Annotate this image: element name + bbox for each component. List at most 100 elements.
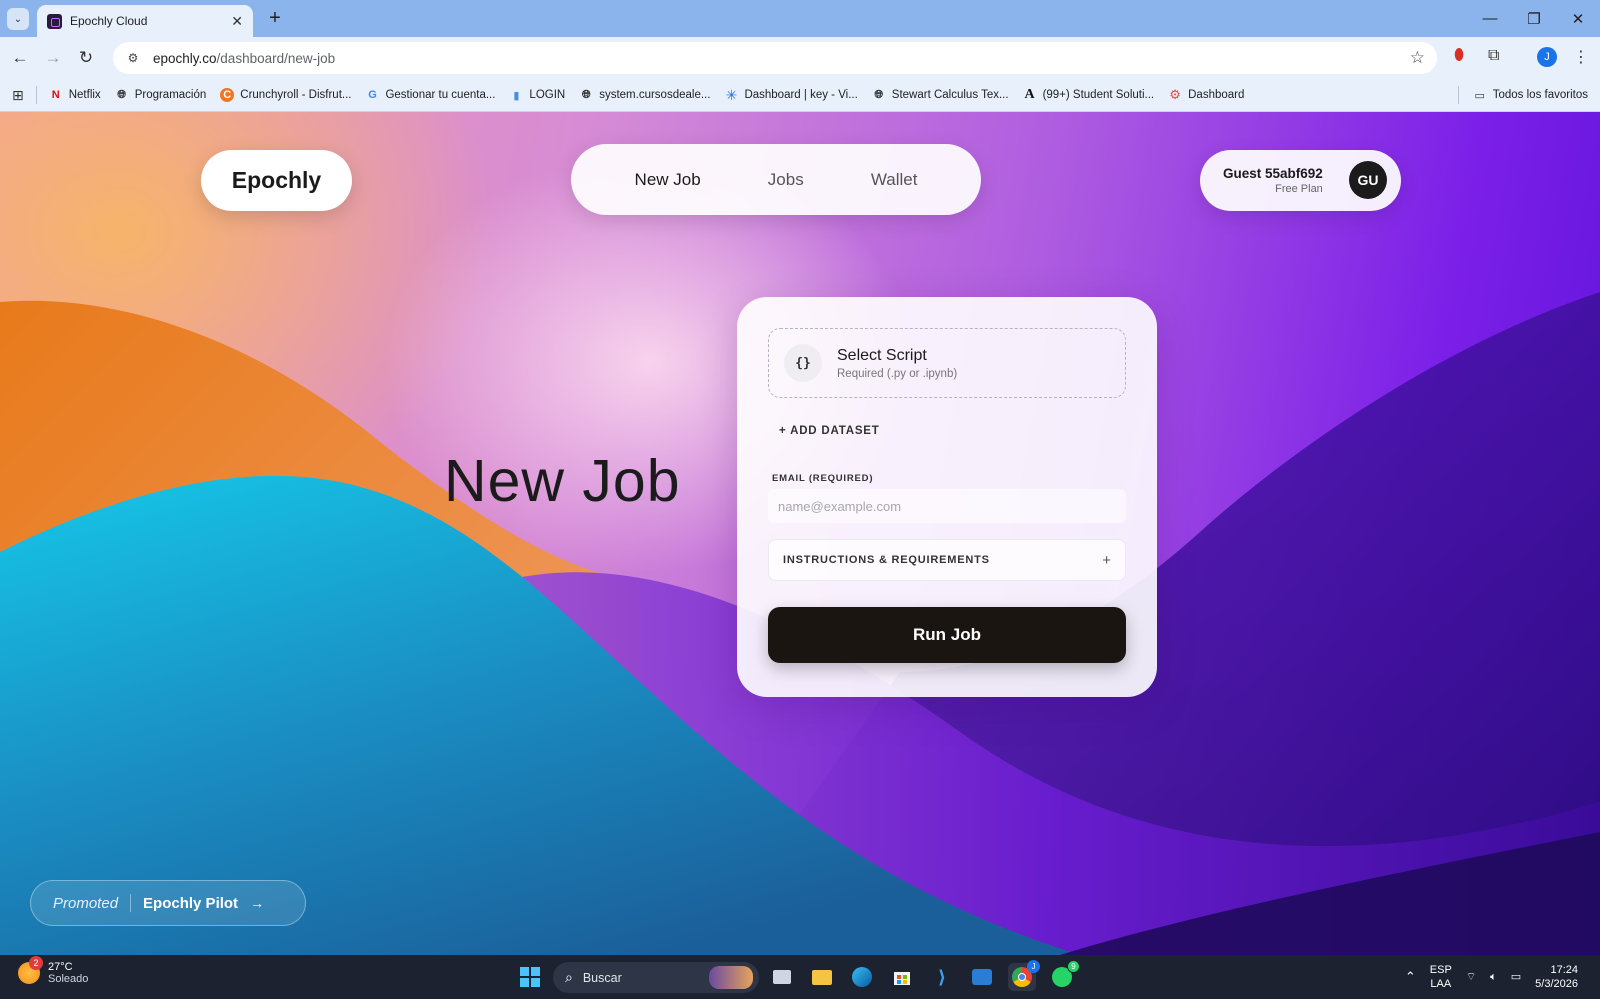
promo-name: Epochly Pilot (143, 894, 239, 912)
main-nav: New Job Jobs Wallet (571, 144, 981, 215)
whatsapp-badge: 9 (1067, 960, 1080, 973)
profile-avatar[interactable]: J (1537, 47, 1557, 67)
plus-icon: + (1102, 551, 1111, 569)
search-highlight-image (709, 966, 753, 989)
chevron-down-icon: ⌄ (13, 13, 23, 25)
battery-icon[interactable]: ▭ (1511, 970, 1521, 984)
taskbar-search[interactable]: ⌕ Buscar (553, 962, 759, 993)
extensions-puzzle-icon[interactable]: ⧉ (1488, 47, 1499, 65)
file-explorer-icon[interactable] (808, 963, 836, 991)
user-name: Guest 55abf692 (1223, 166, 1323, 181)
user-menu[interactable]: Guest 55abf692 Free Plan GU (1200, 150, 1401, 211)
user-info: Guest 55abf692 Free Plan (1223, 166, 1323, 195)
netflix-icon: N (51, 89, 60, 101)
address-bar[interactable]: ⚙ epochly.co/dashboard/new-job ☆ (113, 42, 1437, 74)
bookmark-student-solutions[interactable]: A (99+) Student Soluti... (1023, 87, 1155, 102)
back-button[interactable]: ← (7, 45, 33, 71)
opera-extension-icon[interactable]: ⬮ (1454, 47, 1464, 65)
tab-search-button[interactable]: ⌄ (7, 8, 29, 30)
bookmarks-bar: ⊞ N Netflix 🌐︎ Programación C Crunchyroll -… (0, 79, 1600, 112)
nav-new-job[interactable]: New Job (635, 170, 701, 190)
bookmark-cursos[interactable]: 🌐︎ system.cursosdeale... (579, 88, 711, 102)
instructions-label: INSTRUCTIONS & REQUIREMENTS (783, 554, 990, 566)
window-controls: — ❐ ✕ (1468, 0, 1600, 37)
vscode-icon[interactable]: ⟩ (928, 963, 956, 991)
avatar[interactable]: GU (1349, 161, 1387, 199)
bookmark-crunchyroll[interactable]: C Crunchyroll - Disfrut... (220, 88, 351, 102)
bookmark-dashboard-key[interactable]: ✳ Dashboard | key - Vi... (724, 86, 858, 103)
clock[interactable]: 17:24 5/3/2026 (1535, 963, 1578, 991)
bookmark-dashboard[interactable]: ⚙ Dashboard (1168, 87, 1244, 102)
new-job-form-card: {} Select Script Required (.py or .ipynb… (737, 297, 1157, 697)
bookmark-star-icon[interactable]: ☆ (1410, 48, 1425, 68)
folder-icon: ▭ (1474, 89, 1485, 102)
restore-button[interactable]: ❐ (1512, 0, 1556, 37)
reload-button[interactable]: ↻ (73, 45, 99, 71)
nav-wallet[interactable]: Wallet (871, 170, 918, 190)
bookmark-netflix[interactable]: N Netflix (49, 88, 101, 102)
nav-jobs[interactable]: Jobs (768, 170, 804, 190)
weather-temp: 27°C (48, 961, 73, 973)
task-view-icon[interactable] (768, 963, 796, 991)
wifi-icon[interactable]: ⌔ (1466, 970, 1476, 984)
menu-kebab-icon[interactable]: ⋮ (1573, 47, 1589, 67)
volume-icon[interactable]: 🔈︎ (1490, 970, 1497, 984)
weather-widget[interactable]: 2 27°C Soleado (18, 956, 88, 985)
windows-start-icon[interactable] (516, 963, 544, 991)
weather-badge: 2 (29, 956, 43, 970)
select-script-dropzone[interactable]: {} Select Script Required (.py or .ipynb… (768, 328, 1126, 398)
browser-tab[interactable]: Epochly Cloud ✕ (37, 5, 253, 37)
globe-icon: 🌐︎ (117, 88, 127, 101)
sun-icon: 2 (18, 956, 43, 984)
promo-divider (130, 894, 132, 912)
add-dataset-button[interactable]: + ADD DATASET (779, 425, 880, 437)
instructions-accordion[interactable]: INSTRUCTIONS & REQUIREMENTS + (768, 539, 1126, 581)
globe-icon: 🌐︎ (874, 88, 884, 101)
system-tray: ⌃ ESP LAA ⌔ 🔈︎ ▭ 17:24 5/3/2026 (1405, 955, 1600, 999)
site-settings-icon[interactable]: ⚙ (125, 50, 141, 66)
tab-title: Epochly Cloud (70, 14, 148, 28)
lang-top: ESP (1429, 964, 1452, 976)
all-bookmarks-folder[interactable]: ▭ Todos los favoritos (1473, 88, 1588, 102)
page-title: New Job (444, 448, 681, 514)
outlook-icon[interactable] (968, 963, 996, 991)
user-plan: Free Plan (1275, 183, 1323, 195)
new-tab-button[interactable]: + (264, 7, 286, 30)
close-window-button[interactable]: ✕ (1556, 0, 1600, 37)
bookmarks-divider (35, 86, 37, 104)
forward-button[interactable]: → (40, 45, 66, 71)
tab-close-icon[interactable]: ✕ (231, 13, 243, 30)
asterisk-icon: ✳ (725, 86, 738, 103)
bookmark-stewart-calculus[interactable]: 🌐︎ Stewart Calculus Tex... (872, 88, 1008, 102)
epochly-favicon-icon (47, 13, 62, 29)
bookmarks-divider (1457, 86, 1459, 104)
bookmark-google-account[interactable]: G Gestionar tu cuenta... (365, 88, 495, 102)
code-braces-icon: {} (784, 344, 822, 382)
edge-icon[interactable] (848, 963, 876, 991)
browser-tab-bar: ⌄ Epochly Cloud ✕ + — ❐ ✕ (0, 0, 1600, 37)
globe-icon: 🌐︎ (581, 88, 591, 101)
bookmark-programacion[interactable]: 🌐︎ Programación (115, 88, 206, 102)
whatsapp-icon[interactable]: 9 (1048, 960, 1080, 991)
epochly-logo[interactable]: Epochly (201, 150, 352, 211)
clock-time: 17:24 (1550, 964, 1578, 976)
bookmark-login[interactable]: ▮ LOGIN (509, 88, 565, 102)
email-field[interactable] (768, 489, 1126, 523)
chrome-taskbar-icon[interactable]: J (1008, 960, 1040, 991)
microsoft-store-icon[interactable] (888, 963, 916, 991)
store-logo (894, 972, 910, 985)
weather-text: 27°C Soleado (48, 961, 88, 985)
promoted-banner[interactable]: Promoted Epochly Pilot → (30, 880, 306, 926)
google-icon: G (368, 89, 377, 101)
crunchyroll-icon: C (220, 88, 235, 102)
search-icon: ⌕ (565, 969, 573, 985)
chrome-profile-badge: J (1027, 960, 1040, 973)
chevron-up-icon[interactable]: ⌃ (1405, 970, 1416, 984)
language-indicator[interactable]: ESP LAA (1430, 963, 1452, 991)
apps-grid-icon[interactable]: ⊞ (12, 87, 24, 104)
arrow-right-icon: → (250, 895, 265, 911)
clock-date: 5/3/2026 (1535, 978, 1578, 990)
url-host: epochly.co (153, 50, 217, 66)
run-job-button[interactable]: Run Job (768, 607, 1126, 663)
minimize-button[interactable]: — (1468, 0, 1512, 37)
